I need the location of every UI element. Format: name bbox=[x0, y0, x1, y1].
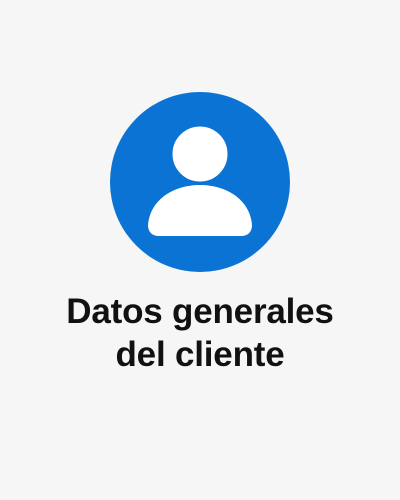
card-title: Datos generales del cliente bbox=[30, 290, 370, 376]
user-profile-icon bbox=[110, 92, 290, 272]
card-title-line-2: del cliente bbox=[115, 335, 285, 374]
card-title-line-1: Datos generales bbox=[66, 292, 334, 331]
client-data-card[interactable]: Datos generales del cliente bbox=[0, 0, 400, 500]
